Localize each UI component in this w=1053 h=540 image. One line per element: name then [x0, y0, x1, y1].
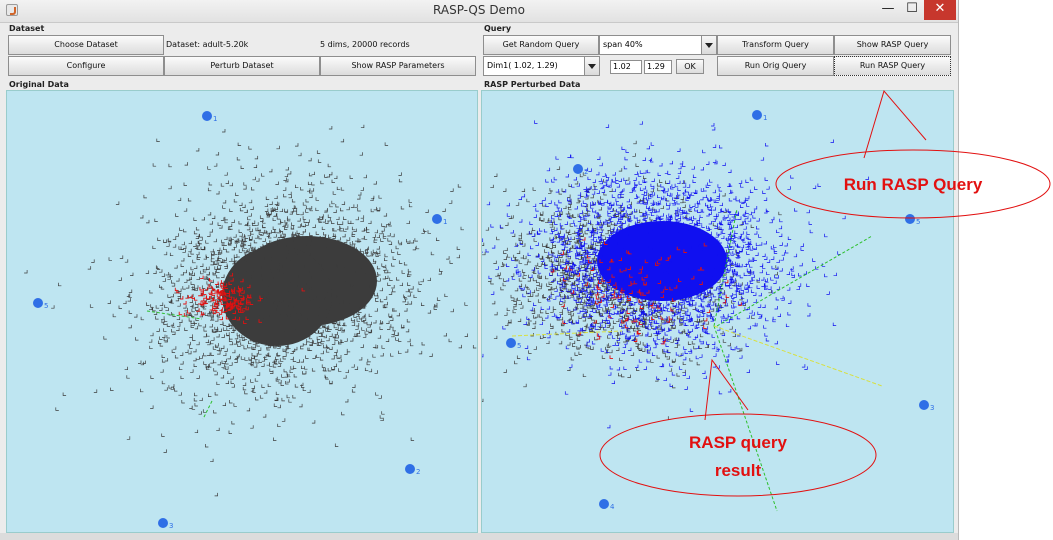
anchor-point — [752, 110, 762, 120]
span-select-value: span 40% — [603, 40, 643, 49]
perturbed-data-scatter: 1 2 5 3 4 5 — [482, 110, 934, 512]
anchor-point — [905, 214, 915, 224]
app-window: RASP-QS Demo — ☐ ✕ Dataset Choose Datase… — [0, 0, 959, 540]
anchor-point — [432, 214, 442, 224]
run-rasp-query-button[interactable]: Run RASP Query — [834, 56, 951, 76]
anchor-label: 5 — [44, 302, 48, 310]
original-axis-line-2 — [202, 400, 213, 420]
span-select[interactable]: span 40% — [599, 35, 717, 55]
dimension-select[interactable]: Dim1( 1.02, 1.29) — [483, 56, 600, 76]
original-data-scatter: 1 1 5 2 3 — [24, 111, 477, 530]
perturbed-axis-line-4 — [713, 325, 883, 387]
dataset-info: Dataset: adult-5.20k — [166, 40, 249, 49]
minimize-button[interactable]: — — [876, 0, 900, 20]
window-title: RASP-QS Demo — [433, 3, 525, 17]
title-bar[interactable]: RASP-QS Demo — ☐ ✕ — [0, 0, 958, 23]
anchor-point — [573, 164, 583, 174]
records-info: 5 dims, 20000 records — [320, 40, 410, 49]
chevron-down-icon[interactable] — [584, 57, 599, 75]
perturbed-axis-line — [716, 235, 873, 327]
original-points-core — [124, 157, 431, 432]
choose-dataset-button[interactable]: Choose Dataset — [8, 35, 164, 55]
anchor-point — [202, 111, 212, 121]
anchor-label: 1 — [213, 115, 217, 123]
anchor-point — [506, 338, 516, 348]
show-rasp-query-button[interactable]: Show RASP Query — [834, 35, 951, 55]
show-rasp-parameters-button[interactable]: Show RASP Parameters — [320, 56, 476, 76]
range-low-input[interactable]: 1.02 — [610, 60, 642, 74]
perturbed-points-blue-core-marks — [488, 124, 837, 412]
anchor-label: 5 — [517, 342, 521, 350]
anchor-point — [33, 298, 43, 308]
anchor-label: 2 — [416, 468, 420, 476]
perturb-dataset-button[interactable]: Perturb Dataset — [164, 56, 320, 76]
original-points-dense-core-2 — [222, 246, 332, 346]
configure-button[interactable]: Configure — [8, 56, 164, 76]
anchor-point — [405, 464, 415, 474]
run-orig-query-button[interactable]: Run Orig Query — [717, 56, 834, 76]
perturbed-axis-line-3 — [713, 325, 778, 512]
anchor-label: 3 — [169, 522, 173, 530]
chevron-down-icon[interactable] — [701, 36, 716, 54]
close-button[interactable]: ✕ — [924, 0, 956, 20]
anchor-label: 4 — [610, 503, 615, 511]
ok-button[interactable]: OK — [676, 59, 704, 74]
anchor-label: 1 — [763, 114, 767, 122]
original-data-plot[interactable]: 1 1 5 2 3 — [6, 90, 478, 533]
anchor-point — [158, 518, 168, 528]
perturbed-points-blue-core-marks-marks — [488, 124, 837, 412]
original-points-core-marks — [124, 157, 431, 432]
get-random-query-button[interactable]: Get Random Query — [483, 35, 599, 55]
anchor-label: 2 — [584, 168, 588, 176]
perturbed-data-plot[interactable]: 1 2 5 3 4 5 — [481, 90, 954, 533]
anchor-label: 3 — [930, 404, 934, 412]
range-high-input[interactable]: 1.29 — [644, 60, 672, 74]
perturbed-data-label: RASP Perturbed Data — [484, 80, 581, 89]
anchor-point — [599, 499, 609, 509]
transform-query-button[interactable]: Transform Query — [717, 35, 834, 55]
anchor-label: 5 — [916, 218, 920, 226]
dimension-select-value: Dim1( 1.02, 1.29) — [487, 61, 558, 70]
status-bar — [0, 533, 958, 540]
query-section-label: Query — [484, 24, 512, 33]
original-data-label: Original Data — [9, 80, 69, 89]
dataset-section-label: Dataset — [9, 24, 45, 33]
anchor-point — [919, 400, 929, 410]
maximize-button[interactable]: ☐ — [900, 0, 924, 20]
anchor-label: 1 — [443, 218, 447, 226]
